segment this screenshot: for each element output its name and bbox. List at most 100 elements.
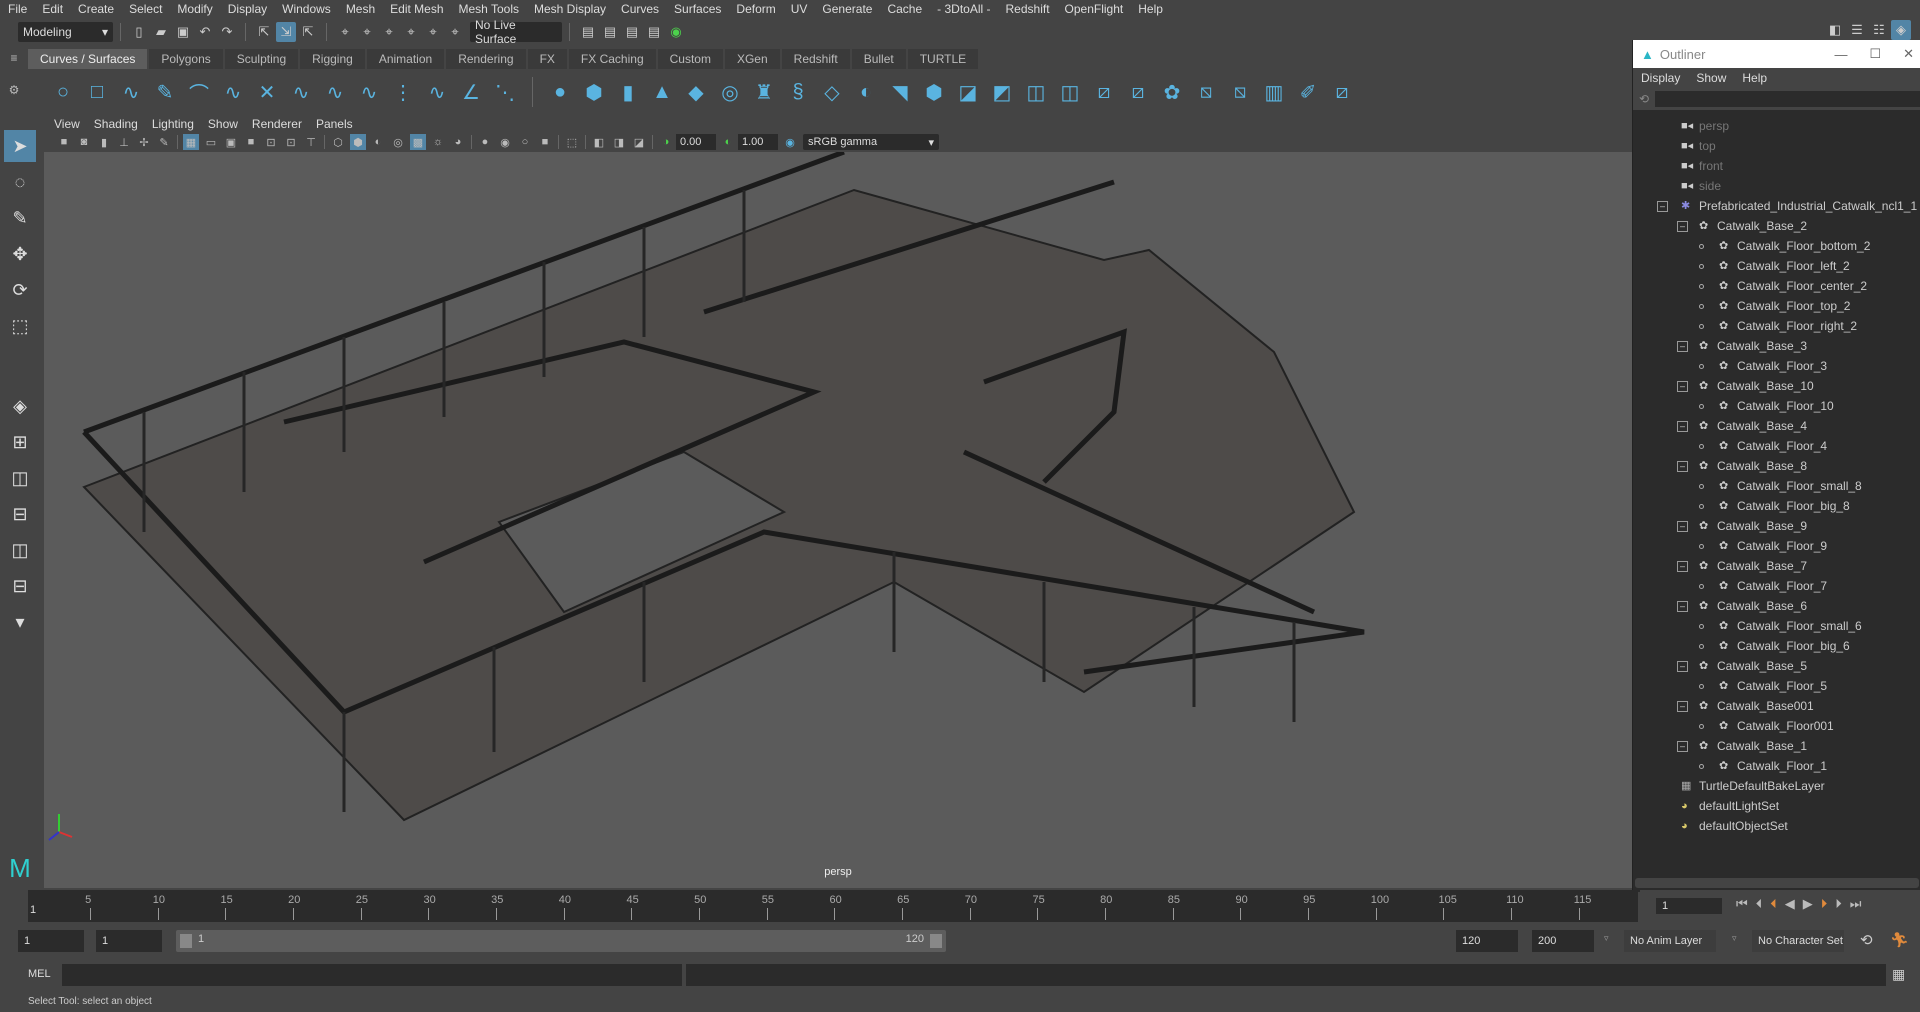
- outliner-search-input[interactable]: [1655, 91, 1920, 107]
- nurbs-cylinder-icon[interactable]: ▮: [613, 77, 643, 107]
- outliner-item[interactable]: ✿ Catwalk_Floor_3: [1633, 356, 1920, 376]
- outliner-item[interactable]: ✿ Catwalk_Floor_small_8: [1633, 476, 1920, 496]
- menu-openflight[interactable]: OpenFlight: [1065, 2, 1124, 16]
- insert-isoparm-icon[interactable]: ▥: [1259, 77, 1289, 107]
- character-set-dropdown[interactable]: No Character Set: [1752, 930, 1844, 952]
- shelf-tab-fx[interactable]: FX: [527, 49, 567, 69]
- shelf-settings-icon[interactable]: ⚙: [0, 83, 28, 97]
- image-plane-icon[interactable]: ⊥: [116, 134, 132, 150]
- outliner-item[interactable]: ■◂ persp: [1633, 116, 1920, 136]
- add-points-icon[interactable]: ∿: [422, 77, 452, 107]
- play-backwards-icon[interactable]: ◀: [1785, 896, 1795, 912]
- snap-surface-icon[interactable]: ⌖: [423, 22, 443, 42]
- pencil-curve-icon[interactable]: ✎: [150, 77, 180, 107]
- collapse-toggle[interactable]: –: [1677, 561, 1688, 572]
- script-editor-icon[interactable]: ▦: [1892, 966, 1905, 983]
- menu-surfaces[interactable]: Surfaces: [674, 2, 721, 16]
- bookmark-icon[interactable]: ▮: [96, 134, 112, 150]
- collapse-toggle[interactable]: –: [1677, 741, 1688, 752]
- revolve-icon[interactable]: ♜: [749, 77, 779, 107]
- render-settings-icon[interactable]: ▤: [644, 22, 664, 42]
- anti-aliasing-icon[interactable]: ○: [517, 134, 533, 150]
- outliner-item[interactable]: ✿ Catwalk_Floor_big_6: [1633, 636, 1920, 656]
- current-frame-field[interactable]: 1: [1656, 898, 1722, 914]
- step-forward-frame-icon[interactable]: ⏵: [1835, 896, 1842, 912]
- depth-of-field-icon[interactable]: ■: [537, 134, 553, 150]
- open-scene-icon[interactable]: ▰: [151, 22, 171, 42]
- menu-redshift[interactable]: Redshift: [1006, 2, 1050, 16]
- menu-curves[interactable]: Curves: [621, 2, 659, 16]
- select-tool-icon[interactable]: ➤: [4, 130, 36, 162]
- select-component-icon[interactable]: ⇱: [298, 22, 318, 42]
- collapse-toggle[interactable]: –: [1677, 381, 1688, 392]
- backface-culling-icon[interactable]: ◪: [631, 134, 647, 150]
- smooth-shade-icon[interactable]: ⬢: [350, 134, 366, 150]
- nurbs-torus-icon[interactable]: ◎: [715, 77, 745, 107]
- shelf-tab-turtle[interactable]: TURTLE: [907, 49, 979, 69]
- birail-icon[interactable]: ◥: [885, 77, 915, 107]
- 2d-pan-zoom-icon[interactable]: ✢: [136, 134, 152, 150]
- hypershade-icon[interactable]: ◉: [666, 22, 686, 42]
- outliner-item[interactable]: ✿ Catwalk_Floor_small_6: [1633, 616, 1920, 636]
- outliner-item[interactable]: ■◂ top: [1633, 136, 1920, 156]
- outliner-item[interactable]: ✿ Catwalk_Floor_right_2: [1633, 316, 1920, 336]
- persp-graph-layout-icon[interactable]: ⊟: [4, 498, 36, 530]
- auto-key-icon[interactable]: ⟲: [1860, 931, 1873, 949]
- viewport-menu-panels[interactable]: Panels: [316, 117, 353, 131]
- outliner-item[interactable]: ✿ Catwalk_Floor_4: [1633, 436, 1920, 456]
- persp-outliner-layout-icon[interactable]: ◫: [4, 462, 36, 494]
- bevel-plus-icon[interactable]: ⬢: [919, 77, 949, 107]
- menu-create[interactable]: Create: [78, 2, 114, 16]
- nurbs-plane-icon[interactable]: ◆: [681, 77, 711, 107]
- shelf-tab-polygons[interactable]: Polygons: [149, 49, 223, 69]
- sculpt-icon[interactable]: ✐: [1293, 77, 1323, 107]
- anim-layer-dropdown[interactable]: No Anim Layer: [1624, 930, 1716, 952]
- collapse-toggle[interactable]: –: [1677, 221, 1688, 232]
- filter-icon[interactable]: ⟲: [1639, 92, 1649, 106]
- persp-uv-layout-icon[interactable]: ⊟: [4, 570, 36, 602]
- color-space-dropdown[interactable]: sRGB gamma ▾: [803, 134, 939, 150]
- exposure-icon[interactable]: ◑: [658, 134, 674, 150]
- motion-blur-icon[interactable]: ◉: [497, 134, 513, 150]
- tool-settings-icon[interactable]: ☷: [1869, 20, 1889, 40]
- ipr-render-icon[interactable]: ▤: [622, 22, 642, 42]
- wireframe-icon[interactable]: ⬡: [330, 134, 346, 150]
- mel-command-input[interactable]: [62, 964, 682, 986]
- outliner-item[interactable]: ✿ Catwalk_Floor_big_8: [1633, 496, 1920, 516]
- grease-pencil-icon[interactable]: ✎: [156, 134, 172, 150]
- outliner-item[interactable]: ✿ Catwalk_Base001 –: [1633, 696, 1920, 716]
- live-surface-field[interactable]: No Live Surface: [470, 18, 562, 46]
- save-scene-icon[interactable]: ▣: [173, 22, 193, 42]
- outliner-item[interactable]: ✿ Catwalk_Floor001: [1633, 716, 1920, 736]
- align-icon[interactable]: ⧅: [1225, 77, 1255, 107]
- isolate-select-icon[interactable]: ⬚: [564, 134, 580, 150]
- square-surface-icon[interactable]: ◩: [987, 77, 1017, 107]
- four-view-layout-icon[interactable]: ⊞: [4, 426, 36, 458]
- shelf-tab-curves-surfaces[interactable]: Curves / Surfaces: [28, 49, 148, 69]
- hypershade-layout-icon[interactable]: ◫: [4, 534, 36, 566]
- go-to-start-icon[interactable]: ⏮: [1736, 896, 1748, 912]
- outliner-menu-help[interactable]: Help: [1742, 71, 1767, 85]
- render-view-icon[interactable]: ▤: [578, 22, 598, 42]
- project-curve-icon[interactable]: ◫: [1021, 77, 1051, 107]
- range-end-handle[interactable]: [930, 934, 942, 948]
- mel-label[interactable]: MEL: [28, 968, 51, 980]
- nurbs-cube-icon[interactable]: ⬢: [579, 77, 609, 107]
- single-perspective-layout-icon[interactable]: ◈: [4, 390, 36, 422]
- animation-preferences-icon[interactable]: 🏃︎: [1890, 931, 1909, 949]
- planar-icon[interactable]: ◇: [817, 77, 847, 107]
- offset-curve-icon[interactable]: ∿: [354, 77, 384, 107]
- outliner-item[interactable]: ✿ Catwalk_Floor_5: [1633, 676, 1920, 696]
- arc-tool-icon[interactable]: ⌒: [184, 77, 214, 107]
- collapse-toggle[interactable]: –: [1657, 201, 1668, 212]
- menu-mesh[interactable]: Mesh: [346, 2, 375, 16]
- scale-tool-icon[interactable]: ⬚: [4, 310, 36, 342]
- more-layouts-icon[interactable]: ▾: [4, 606, 36, 638]
- shelf-tab-rigging[interactable]: Rigging: [300, 49, 365, 69]
- menu-deform[interactable]: Deform: [736, 2, 775, 16]
- collapse-toggle[interactable]: –: [1677, 701, 1688, 712]
- nurbs-square-icon[interactable]: □: [82, 77, 112, 107]
- outliner-horizontal-scrollbar[interactable]: [1635, 878, 1919, 888]
- outliner-item[interactable]: ✿ Catwalk_Floor_center_2: [1633, 276, 1920, 296]
- step-forward-key-icon[interactable]: ⏵: [1821, 896, 1828, 912]
